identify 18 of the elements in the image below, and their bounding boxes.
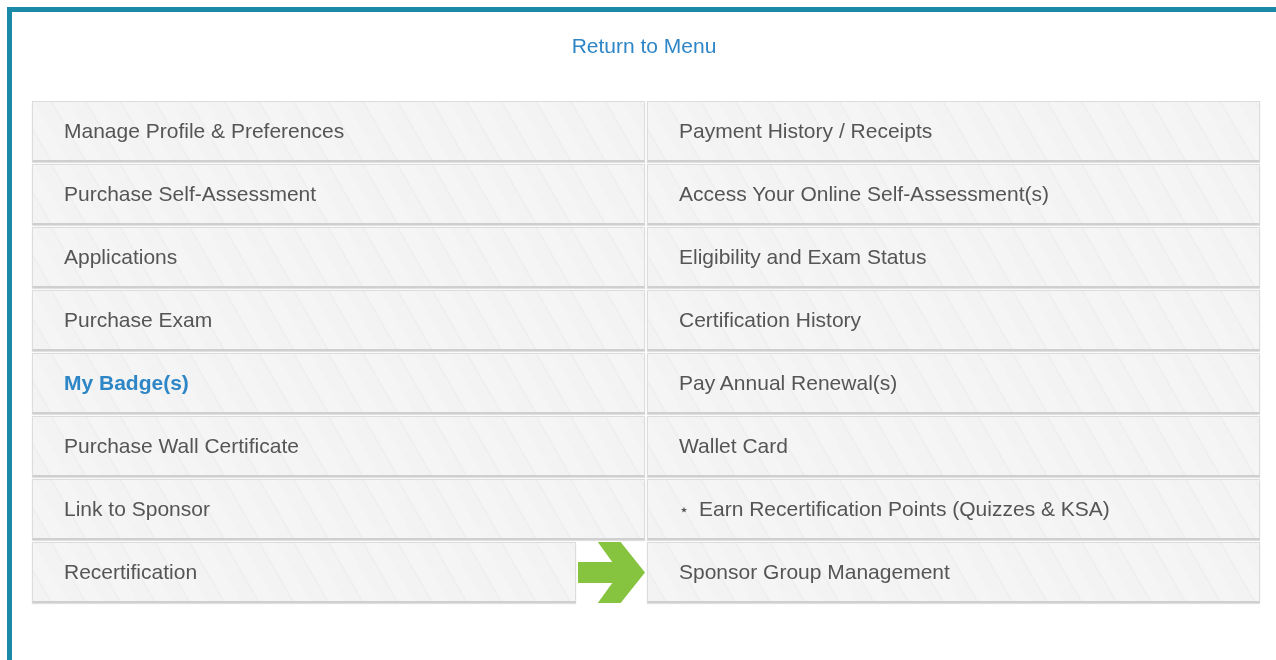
menu-item[interactable]: Payment History / Receipts (647, 101, 1260, 162)
menu-item[interactable]: Sponsor Group Management (647, 542, 1260, 603)
menu-item[interactable]: Pay Annual Renewal(s) (647, 353, 1260, 414)
menu-item[interactable]: ⋆ Earn Recertification Points (Quizzes & KSA) (647, 479, 1260, 540)
menu-item[interactable]: Wallet Card (647, 416, 1260, 477)
menu-item[interactable]: Eligibility and Exam Status (647, 227, 1260, 288)
menu-item[interactable]: Link to Sponsor (32, 479, 645, 540)
menu-item[interactable]: Recertification (32, 542, 576, 603)
menu-item[interactable]: Manage Profile & Preferences (32, 101, 645, 162)
menu-item[interactable]: Purchase Exam (32, 290, 645, 351)
star-icon: ⋆ (679, 499, 689, 519)
return-link[interactable]: Return to Menu (571, 34, 717, 60)
menu-item[interactable]: Applications (32, 227, 645, 288)
menu-item[interactable]: Purchase Self-Assessment (32, 164, 645, 225)
menu-item[interactable]: Certification History (647, 290, 1260, 351)
menu-item[interactable]: Purchase Wall Certificate (32, 416, 645, 477)
menu-item[interactable]: Access Your Online Self-Assessment(s) (647, 164, 1260, 225)
menu-item[interactable]: My Badge(s) (32, 353, 645, 414)
